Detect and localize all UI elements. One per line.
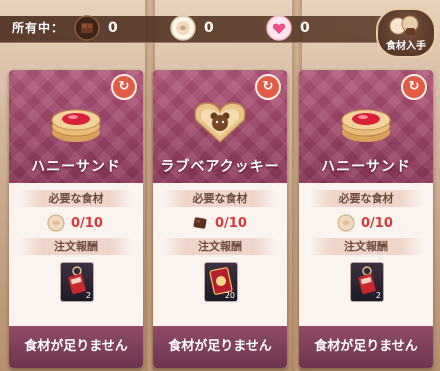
love-bear-cookie-icon: [194, 102, 246, 144]
refresh-button[interactable]: ↻: [401, 74, 427, 100]
rose-icon: [47, 214, 65, 232]
reward-item[interactable]: 20: [204, 262, 238, 302]
honey-sandwich-cookie-icon: [51, 109, 101, 142]
reward-count: 2: [375, 291, 381, 300]
required-row: 0/10: [153, 214, 287, 234]
rose-icon: [337, 214, 355, 232]
rose-icon: [170, 15, 196, 41]
reward-label: 注文報酬: [19, 238, 133, 255]
item-name: ハニーサンド: [321, 159, 411, 175]
inventory-bar: 所有中： 0 0 0 食材入手: [0, 0, 440, 58]
refresh-button[interactable]: ↻: [111, 74, 137, 100]
refresh-button[interactable]: ↻: [255, 74, 281, 100]
status-insufficient[interactable]: 食材が足りません: [153, 326, 287, 368]
reward-count: 2: [85, 291, 91, 300]
chocolate-icon: [74, 15, 100, 41]
heart-gem-icon: [266, 15, 292, 41]
status-insufficient[interactable]: 食材が足りません: [9, 326, 143, 368]
status-insufficient[interactable]: 食材が足りません: [299, 326, 433, 368]
order-card: ↻ ハニーサンド 必要な食材 0/10 注文報酬 2 食材が足りません: [299, 70, 433, 368]
get-ingredients-label: 食材入手: [386, 41, 426, 52]
required-row: 0/10: [299, 214, 433, 234]
honey-sandwich-cookie-icon: [341, 109, 391, 142]
order-card: ↻ ハニーサンド 必要な食材 0/10 注文報酬 2 食材が足りません: [9, 70, 143, 368]
reward-label: 注文報酬: [309, 238, 423, 255]
required-count: 0/10: [71, 216, 103, 231]
required-count: 0/10: [215, 216, 247, 231]
heart-gem-count: 0: [300, 20, 310, 36]
reward-item[interactable]: 2: [350, 262, 384, 302]
required-label: 必要な食材: [19, 190, 133, 207]
required-label: 必要な食材: [163, 190, 277, 207]
reward-label: 注文報酬: [163, 238, 277, 255]
rose-count: 0: [204, 20, 214, 36]
owned-label: 所有中：: [12, 21, 65, 35]
chocolate-count: 0: [108, 20, 118, 36]
required-count: 0/10: [361, 216, 393, 231]
item-name: ラブベアクッキー: [160, 159, 280, 175]
reward-count: 20: [224, 291, 235, 300]
chocolate-icon: [193, 217, 207, 229]
required-label: 必要な食材: [309, 190, 423, 207]
reward-item[interactable]: 2: [60, 262, 94, 302]
item-name: ハニーサンド: [31, 159, 121, 175]
required-row: 0/10: [9, 214, 143, 234]
order-card: ↻ ラブベアクッキー 必要な食材 0/10 注文報酬 20 食材が足りません: [153, 70, 287, 368]
get-ingredients-button[interactable]: 食材入手: [376, 8, 436, 58]
